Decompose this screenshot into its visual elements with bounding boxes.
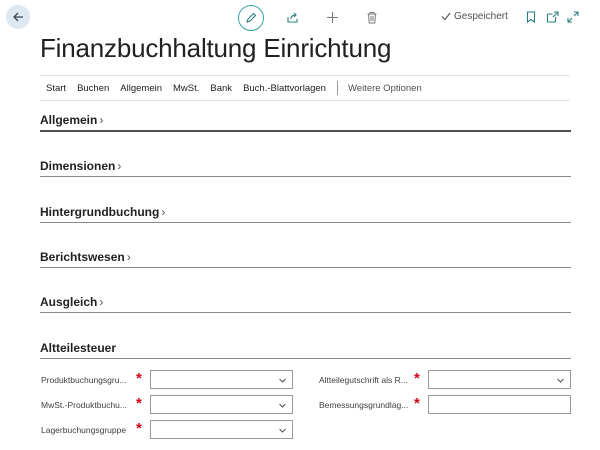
- bookmark-button[interactable]: [524, 10, 538, 24]
- chevron-down-icon: [557, 378, 564, 383]
- saved-label: Gespeichert: [454, 11, 508, 22]
- top-toolbar: Gespeichert: [0, 0, 600, 36]
- section-header-berichtswesen[interactable]: Berichtswesen ›: [40, 250, 571, 267]
- section-divider: [40, 267, 571, 268]
- mwst-produktbuchung-dropdown[interactable]: [150, 395, 293, 414]
- page-title: Finanzbuchhaltung Einrichtung: [40, 33, 392, 63]
- lagerbuchungsgruppe-label: Lagerbuchungsgruppe: [41, 425, 127, 435]
- section-title: Dimensionen: [40, 159, 116, 173]
- share-icon: [286, 12, 298, 23]
- trash-icon: [367, 11, 377, 23]
- section-divider: [40, 130, 571, 132]
- mwst-produktbuchung-label: MwSt.-Produktbuchu...: [41, 400, 127, 410]
- section-altteilesteuer: Altteilesteuer: [40, 341, 571, 359]
- section-divider: [40, 176, 571, 177]
- section-header-altteilesteuer[interactable]: Altteilesteuer: [40, 341, 571, 358]
- bemessungsgrundlage-input[interactable]: [428, 395, 571, 414]
- section-header-ausgleich[interactable]: Ausgleich ›: [40, 295, 571, 312]
- chevron-down-icon: [279, 428, 286, 433]
- chevron-down-icon: [279, 403, 286, 408]
- required-asterisk-icon: *: [136, 395, 142, 412]
- more-options-button[interactable]: Weitere Optionen: [348, 83, 422, 94]
- required-asterisk-icon: *: [136, 420, 142, 437]
- chevron-right-icon: ›: [126, 250, 131, 264]
- chevron-right-icon: ›: [117, 159, 122, 173]
- section-title: Berichtswesen: [40, 250, 125, 264]
- section-header-hintergrundbuchung[interactable]: Hintergrundbuchung ›: [40, 205, 571, 222]
- section-header-allgemein[interactable]: Allgemein ›: [40, 113, 571, 130]
- section-title: Allgemein: [40, 113, 98, 127]
- open-new-window-button[interactable]: [545, 10, 559, 24]
- section-divider: [40, 358, 571, 359]
- action-allgemein[interactable]: Allgemein: [120, 83, 162, 94]
- share-button[interactable]: [285, 10, 299, 24]
- delete-button[interactable]: [365, 10, 379, 24]
- checkmark-icon: [441, 12, 451, 21]
- plus-icon: [326, 11, 338, 23]
- section-ausgleich: Ausgleich ›: [40, 295, 571, 313]
- chevron-right-icon: ›: [99, 113, 104, 127]
- section-divider: [40, 222, 571, 223]
- lagerbuchungsgruppe-dropdown[interactable]: [150, 420, 293, 439]
- produktbuchungsgruppe-label: Produktbuchungsgru...: [41, 375, 127, 385]
- altteilegutschrift-dropdown[interactable]: [428, 370, 571, 389]
- pencil-icon: [246, 12, 257, 23]
- section-title: Hintergrundbuchung: [40, 205, 160, 219]
- chevron-down-icon: [279, 378, 286, 383]
- section-hintergrundbuchung: Hintergrundbuchung ›: [40, 205, 571, 223]
- open-in-new-window-icon: [546, 11, 559, 23]
- section-title: Ausgleich: [40, 295, 98, 309]
- section-allgemein: Allgemein ›: [40, 113, 571, 132]
- saved-status: Gespeichert: [441, 11, 508, 22]
- required-asterisk-icon: *: [414, 370, 420, 387]
- add-button[interactable]: [325, 10, 339, 24]
- expand-icon: [567, 11, 579, 23]
- back-button[interactable]: [6, 5, 30, 29]
- section-title: Altteilesteuer: [40, 341, 117, 355]
- produktbuchungsgruppe-dropdown[interactable]: [150, 370, 293, 389]
- bemessungsgrundlage-label: Bemessungsgrundlag...: [319, 400, 409, 410]
- action-buch-blattvorlagen[interactable]: Buch.-Blattvorlagen: [243, 83, 326, 94]
- section-divider: [40, 312, 571, 313]
- action-separator: [336, 81, 338, 95]
- action-mwst[interactable]: MwSt.: [173, 83, 199, 94]
- altteilegutschrift-label: Altteilegutschrift als R...: [319, 375, 408, 385]
- section-dimensionen: Dimensionen ›: [40, 159, 571, 177]
- chevron-right-icon: ›: [161, 205, 166, 219]
- action-bar: Start Buchen Allgemein MwSt. Bank Buch.-…: [40, 75, 570, 101]
- edit-button[interactable]: [238, 5, 264, 31]
- action-bank[interactable]: Bank: [210, 83, 232, 94]
- arrow-left-icon: [13, 12, 23, 22]
- section-header-dimensionen[interactable]: Dimensionen ›: [40, 159, 571, 176]
- required-asterisk-icon: *: [136, 370, 142, 387]
- chevron-right-icon: ›: [99, 295, 104, 309]
- required-asterisk-icon: *: [414, 395, 420, 412]
- action-buchen[interactable]: Buchen: [77, 83, 109, 94]
- bookmark-icon: [526, 11, 536, 23]
- expand-button[interactable]: [566, 10, 580, 24]
- section-berichtswesen: Berichtswesen ›: [40, 250, 571, 268]
- action-start[interactable]: Start: [46, 83, 66, 94]
